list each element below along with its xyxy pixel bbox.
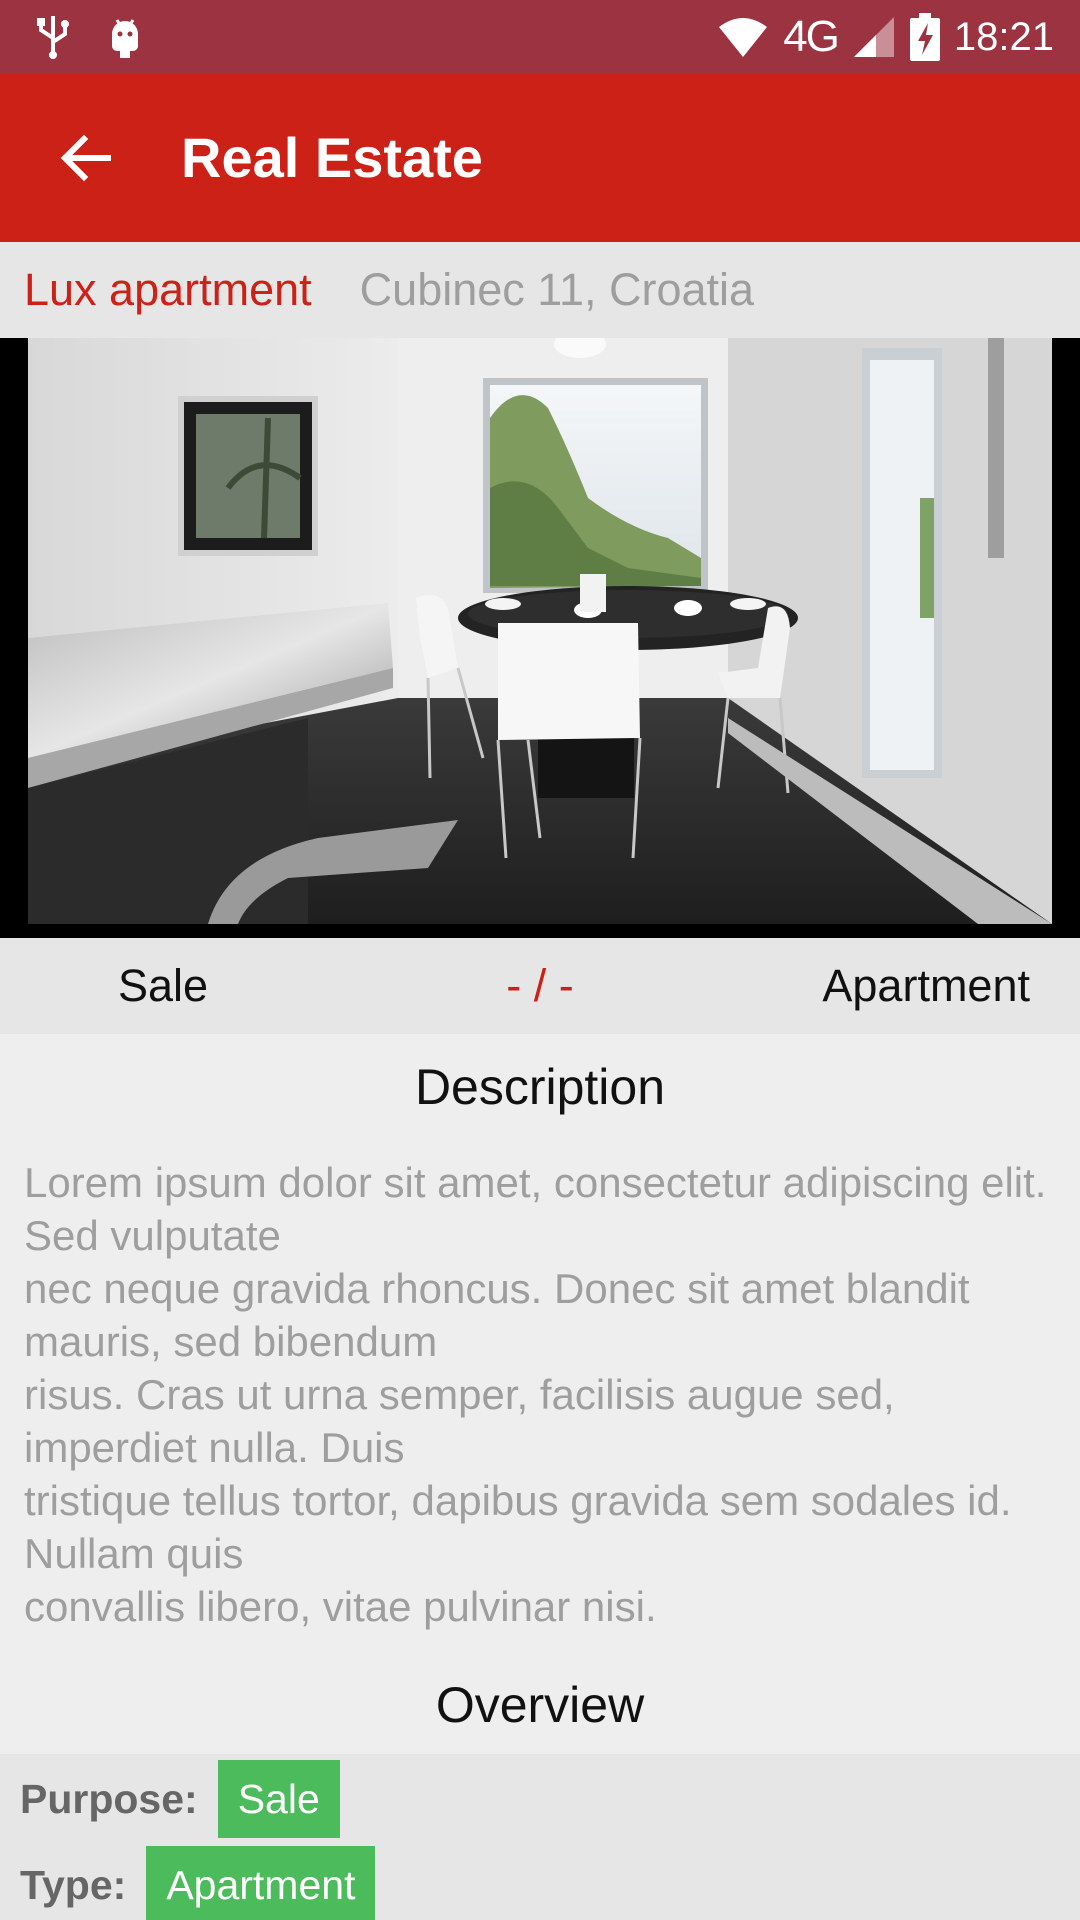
signal-icon [853, 17, 894, 57]
overview-title: Overview [435, 1677, 645, 1733]
page-title: Real Estate [181, 126, 483, 189]
overview-type-row: Type: Apartment [20, 1846, 376, 1920]
app-bar: Real Estate [0, 74, 1080, 242]
arrow-back-icon[interactable] [56, 128, 116, 188]
listing-address: Cubinec 11, Croatia [359, 264, 755, 315]
listing-info-row: Sale - / - Apartment [0, 938, 1080, 1034]
listing-type: Apartment [822, 960, 1030, 1011]
wifi-icon [719, 18, 768, 57]
usb-icon [37, 16, 69, 59]
overview-panel: Purpose: Sale Type: Apartment [0, 1754, 1080, 1920]
description-title: Description [414, 1059, 666, 1115]
overview-type-chip: Apartment [146, 1846, 376, 1920]
status-right-icons: 4G 18:21 [717, 12, 1054, 62]
status-bar: 4G 18:21 [0, 0, 1080, 74]
listing-heading: Lux apartment Cubinec 11, Croatia [0, 242, 1080, 338]
overview-purpose-chip: Sale [217, 1760, 340, 1838]
listing-name: Lux apartment [24, 264, 312, 315]
overview-type-label: Type: [20, 1861, 127, 1908]
network-type: 4G [783, 12, 840, 61]
overview-purpose-label: Purpose: [20, 1775, 198, 1822]
android-icon [112, 19, 138, 58]
listing-photo-image [28, 338, 1052, 924]
overview-purpose-row: Purpose: Sale [20, 1760, 340, 1838]
status-time: 18:21 [953, 15, 1054, 59]
battery-charging-icon [909, 13, 940, 61]
listing-photo[interactable] [0, 338, 1080, 938]
status-left-icons [36, 14, 142, 60]
description-text: Lorem ipsum dolor sit amet, consectetur … [24, 1159, 1047, 1630]
